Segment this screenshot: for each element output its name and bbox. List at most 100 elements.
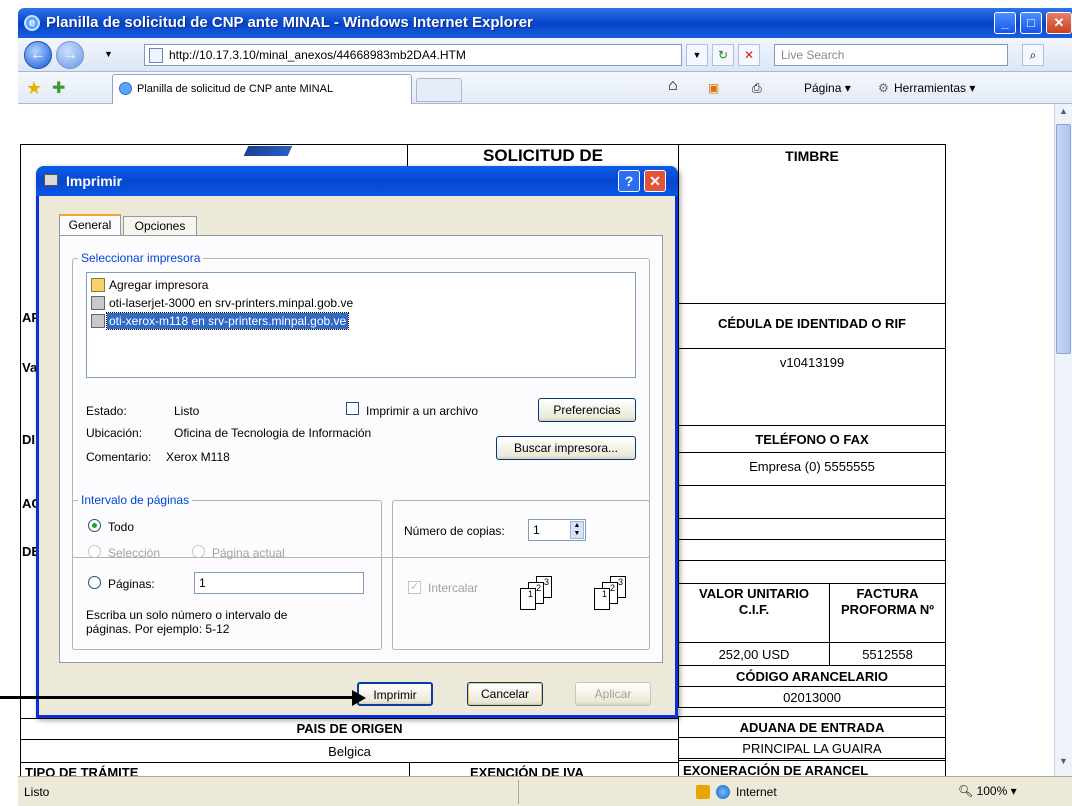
tab-bar: ★ ✚ Planilla de solicitud de CNP ante MI… — [18, 72, 1072, 104]
toolbar-tools-menu[interactable]: Herramientas ▾ — [894, 81, 975, 95]
stop-icon[interactable]: ✕ — [738, 44, 760, 66]
aduana-value: PRINCIPAL LA GUAIRA — [678, 737, 946, 759]
print-icon[interactable]: ⎙ — [752, 81, 762, 96]
preferences-button[interactable]: Preferencias — [538, 398, 636, 422]
history-dropdown-icon[interactable]: ▼ — [104, 49, 113, 59]
address-dropdown-icon[interactable]: ▼ — [686, 44, 708, 66]
tab-general[interactable]: General — [59, 214, 121, 236]
network-printer-icon — [91, 314, 105, 328]
estado-value: Listo — [174, 404, 200, 418]
vertical-scrollbar[interactable]: ▲ ▼ — [1054, 104, 1072, 776]
codigo-header: CÓDIGO ARANCELARIO — [678, 665, 946, 687]
feeds-icon[interactable]: ▣ — [708, 81, 719, 95]
imprimir-button[interactable]: Imprimir — [357, 682, 433, 706]
help-button[interactable]: ? — [618, 170, 640, 192]
gear-icon: ⚙ — [878, 81, 889, 95]
factura-value: 5512558 — [829, 642, 946, 666]
add-favorite-icon[interactable]: ✚ — [52, 78, 65, 98]
maximize-button[interactable]: □ — [1020, 12, 1042, 34]
page-icon — [149, 48, 163, 63]
dialog-title-bar[interactable]: Imprimir ? ✕ — [36, 166, 678, 196]
codigo-value: 02013000 — [678, 686, 946, 708]
exencion-header: EXENCIÓN DE IVA — [409, 762, 679, 776]
print-to-file-label: Imprimir a un archivo — [366, 404, 479, 418]
empty-row-4 — [678, 560, 946, 584]
scroll-up-icon[interactable]: ▲ — [1057, 106, 1070, 120]
collate-icon: 3 2 1 — [586, 576, 646, 626]
valor-header: VALOR UNITARIO C.I.F. — [678, 583, 830, 643]
pais-value: Belgica — [20, 739, 679, 763]
logo-icon — [243, 146, 293, 156]
radio-paginas[interactable] — [88, 576, 101, 589]
copies-stepper[interactable]: ▲ ▼ — [570, 521, 584, 539]
printer-icon — [44, 174, 58, 186]
ie-logo-icon: e — [24, 15, 40, 31]
aplicar-button[interactable]: Aplicar — [575, 682, 651, 706]
radio-seleccion[interactable] — [88, 545, 101, 558]
tab-opciones[interactable]: Opciones — [123, 216, 197, 236]
window-title-bar[interactable]: e Planilla de solicitud de CNP ante MINA… — [18, 8, 1072, 38]
scroll-thumb[interactable] — [1056, 124, 1071, 354]
globe-icon — [716, 785, 730, 799]
tab-label: Planilla de solicitud de CNP ante MINAL — [137, 83, 334, 95]
address-bar[interactable]: http://10.17.3.10/minal_anexos/44668983m… — [144, 44, 682, 66]
search-icon[interactable]: ⌕ — [1022, 44, 1044, 66]
refresh-icon[interactable]: ↻ — [712, 44, 734, 66]
url-text: http://10.17.3.10/minal_anexos/44668983m… — [169, 48, 466, 62]
scroll-down-icon[interactable]: ▼ — [1057, 756, 1070, 770]
collate-icon: 3 2 1 — [512, 576, 572, 626]
home-icon[interactable]: ⌂ — [668, 77, 678, 95]
printer-list[interactable]: Agregar impresora oti-laserjet-3000 en s… — [86, 272, 636, 378]
copies-group — [392, 500, 650, 650]
print-to-file-checkbox[interactable] — [346, 402, 359, 415]
page-ie-icon — [119, 82, 132, 95]
new-tab-button[interactable] — [416, 78, 462, 102]
zone-text: Internet — [736, 785, 777, 799]
todo-label: Todo — [108, 520, 135, 534]
network-printer-icon — [91, 296, 105, 310]
cedula-value: v10413199 — [678, 348, 946, 426]
status-text: Listo — [24, 785, 50, 799]
security-icon — [696, 785, 710, 799]
tipo-header: TIPO DE TRÁMITE — [20, 762, 410, 776]
empty-row-2 — [678, 518, 946, 540]
paginas-input[interactable]: 1 — [194, 572, 364, 594]
close-button[interactable]: ✕ — [1046, 12, 1072, 34]
exoneracion-header: EXONERACIÓN DE ARANCEL — [678, 760, 946, 776]
cancelar-button[interactable]: Cancelar — [467, 682, 543, 706]
find-printer-button[interactable]: Buscar impresora... — [496, 436, 636, 460]
zoom-control[interactable]: 🔍︎ 100% ▾ — [958, 784, 1017, 798]
status-bar: Listo Internet 🔍︎ 100% ▾ — [18, 776, 1072, 806]
valor-value: 252,00 USD — [678, 642, 830, 666]
telefono-header: TELÉFONO O FAX — [678, 425, 946, 453]
dialog-title: Imprimir — [66, 173, 123, 189]
radio-pagina-actual[interactable] — [192, 545, 205, 558]
window-title: Planilla de solicitud de CNP ante MINAL … — [46, 14, 533, 31]
zoom-icon: 🔍︎ — [958, 784, 974, 798]
dialog-close-button[interactable]: ✕ — [644, 170, 666, 192]
back-button[interactable]: ← — [24, 41, 52, 69]
forward-button[interactable]: → — [56, 41, 84, 69]
telefono-value: Empresa (0) 5555555 — [678, 452, 946, 486]
select-printer-legend: Seleccionar impresora — [78, 251, 204, 265]
timbre-cell: TIMBRE — [678, 144, 946, 304]
pais-header: PAIS DE ORIGEN — [20, 718, 679, 740]
intercalar-checkbox[interactable]: ✓ — [408, 581, 421, 594]
comentario-value: Xerox M118 — [166, 450, 230, 464]
page-range-hint: Escriba un solo número o intervalo de pá… — [86, 608, 288, 636]
stub-di: DI — [22, 432, 35, 447]
minimize-button[interactable]: _ — [994, 12, 1016, 34]
stub-va: Va — [22, 360, 38, 375]
pointer-arrow-shaft — [0, 696, 356, 699]
status-divider — [518, 780, 519, 804]
navigation-bar: ← → ▼ http://10.17.3.10/minal_anexos/446… — [18, 38, 1072, 72]
tab-current[interactable]: Planilla de solicitud de CNP ante MINAL — [112, 74, 412, 104]
favorites-star-icon[interactable]: ★ — [26, 78, 42, 99]
radio-todo[interactable] — [88, 519, 101, 532]
timbre-label: TIMBRE — [785, 148, 839, 164]
copies-label: Número de copias: — [404, 524, 505, 538]
ubicacion-label: Ubicación: — [86, 426, 143, 440]
ubicacion-value: Oficina de Tecnologia de Información — [174, 426, 372, 440]
toolbar-page-menu[interactable]: Página ▾ — [804, 81, 851, 95]
search-input[interactable]: Live Search — [774, 44, 1008, 66]
